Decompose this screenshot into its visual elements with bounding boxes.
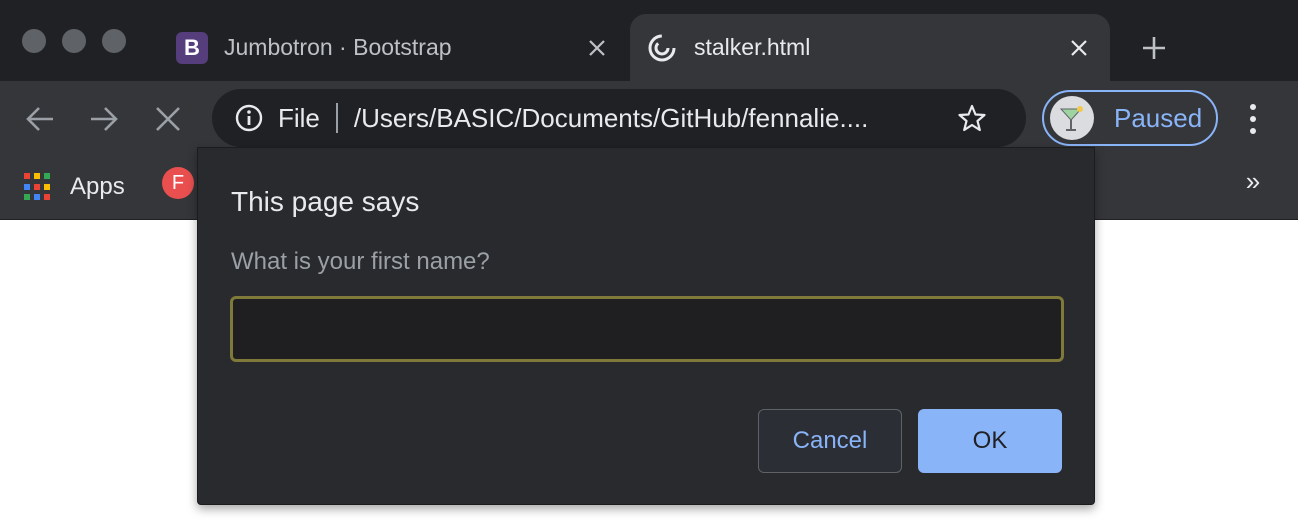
close-icon	[156, 107, 180, 131]
prompt-dialog: This page says What is your first name? …	[197, 147, 1095, 505]
tab-stalker[interactable]: stalker.html	[630, 14, 1110, 81]
stop-loading-button[interactable]	[148, 101, 188, 137]
info-icon[interactable]	[234, 103, 264, 133]
ok-button[interactable]: OK	[918, 409, 1062, 473]
avatar	[1050, 96, 1094, 140]
new-tab-button[interactable]	[1136, 30, 1172, 66]
forward-button[interactable]	[84, 101, 124, 137]
zoom-window-button[interactable]	[102, 29, 126, 53]
back-arrow-icon	[26, 107, 53, 131]
star-icon[interactable]	[956, 102, 988, 134]
profile-status-label: Paused	[1114, 102, 1203, 133]
forward-arrow-icon	[91, 107, 118, 131]
cocktail-icon	[1059, 106, 1083, 131]
address-bar[interactable]: File /Users/BASIC/Documents/GitHub/fenna…	[212, 89, 1026, 147]
close-window-button[interactable]	[22, 29, 46, 53]
close-tab-icon[interactable]	[582, 33, 612, 63]
tab-jumbotron[interactable]: B Jumbotron · Bootstrap	[160, 14, 628, 81]
more-menu-icon[interactable]	[1238, 99, 1268, 139]
back-button[interactable]	[20, 101, 60, 137]
tab-strip: B Jumbotron · Bootstrap stalker.html	[0, 0, 1298, 81]
tab-title: stalker.html	[694, 34, 811, 60]
url-text[interactable]: /Users/BASIC/Documents/GitHub/fennalie..…	[354, 103, 944, 134]
apps-label: Apps	[70, 173, 125, 200]
loading-spinner-icon	[646, 32, 678, 64]
cancel-button[interactable]: Cancel	[758, 409, 902, 473]
first-name-input[interactable]	[230, 296, 1064, 362]
bootstrap-icon: B	[176, 31, 208, 64]
minimize-window-button[interactable]	[62, 29, 86, 53]
tab-title: Jumbotron · Bootstrap	[224, 34, 452, 60]
dialog-message: What is your first name?	[231, 248, 490, 275]
close-tab-icon[interactable]	[1064, 33, 1094, 63]
profile-button[interactable]: Paused	[1042, 90, 1218, 146]
dialog-title: This page says	[231, 186, 420, 217]
scheme-chip[interactable]: File	[278, 103, 320, 134]
toolbar: File /Users/BASIC/Documents/GitHub/fenna…	[0, 81, 1298, 156]
bookmarks-overflow-button[interactable]: »	[1238, 166, 1268, 196]
separator	[335, 103, 338, 133]
f-bookmark-icon[interactable]: F	[162, 167, 194, 199]
apps-grid-icon	[24, 173, 52, 201]
apps-bookmark[interactable]: Apps	[24, 167, 125, 207]
